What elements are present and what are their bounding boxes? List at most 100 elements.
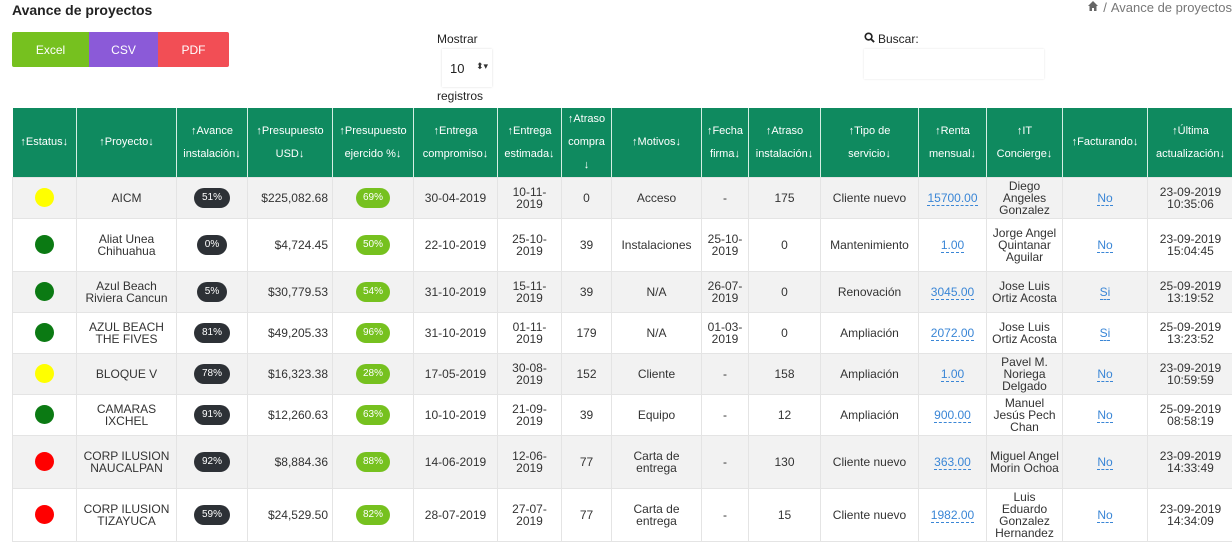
estimated-date-cell: 21-09-2019: [497, 394, 562, 436]
column-header[interactable]: ↑Entrega estimada↓: [497, 108, 562, 178]
monthly-rent-link[interactable]: 1982.00: [930, 508, 975, 523]
column-header-label: instalación↓: [183, 147, 241, 160]
commitment-date-cell: 17-05-2019: [413, 353, 498, 395]
install-delay-cell: 158: [748, 353, 821, 395]
install-delay-cell: 0: [748, 312, 821, 354]
billing-link[interactable]: No: [1097, 508, 1113, 523]
service-type-cell: Cliente nuevo: [820, 435, 919, 489]
progress-cell: 0%: [176, 218, 248, 272]
service-type-cell: Cliente nuevo: [820, 177, 919, 219]
monthly-rent-cell: 363.00: [918, 435, 987, 489]
project-name-cell: AICM: [76, 177, 177, 219]
signature-date-cell: 26-07-2019: [701, 271, 749, 313]
commitment-date-cell: 30-04-2019: [413, 177, 498, 219]
it-concierge-cell: Jorge Angel Quintanar Aguilar: [986, 218, 1063, 272]
billing-link[interactable]: No: [1097, 191, 1113, 206]
column-header[interactable]: ↑Avance instalación↓: [176, 108, 248, 178]
column-header[interactable]: ↑Facturando↓: [1062, 108, 1148, 178]
budget-used-cell: 96%: [332, 312, 414, 354]
billing-link[interactable]: No: [1097, 367, 1113, 382]
column-header-label: ↑Estatus↓: [20, 136, 69, 148]
column-header[interactable]: ↑Atraso instalación↓: [748, 108, 821, 178]
purchase-delay-cell: 77: [561, 435, 612, 489]
search-icon: [864, 32, 875, 46]
budget-used-badge: 82%: [355, 505, 390, 525]
column-header-label: compromiso↓: [422, 147, 489, 160]
column-header-label: firma↓: [710, 147, 740, 160]
column-header[interactable]: ↑Entrega compromiso↓: [413, 108, 498, 178]
reason-cell: N/A: [611, 271, 702, 313]
column-header-label: ↑IT: [1016, 124, 1033, 137]
estimated-date-cell: 10-11-2019: [497, 177, 562, 219]
billing-cell: No: [1062, 488, 1148, 542]
billing-link[interactable]: No: [1097, 238, 1113, 253]
table-row[interactable]: BLOQUE V 78% $16,323.38 28% 17-05-2019 30-08-…: [12, 353, 1232, 395]
monthly-rent-link[interactable]: 2072.00: [930, 326, 975, 341]
length-select[interactable]: 10 ⬍▾: [442, 49, 492, 87]
monthly-rent-link[interactable]: 363.00: [934, 455, 971, 470]
monthly-rent-link[interactable]: 15700.00: [927, 191, 978, 206]
csv-button[interactable]: CSV: [89, 32, 158, 67]
status-indicator-icon: [35, 504, 54, 524]
column-header[interactable]: ↑Renta mensual↓: [918, 108, 987, 178]
project-name-cell: BLOQUE V: [76, 353, 177, 395]
status-indicator-icon: [35, 363, 54, 383]
billing-link[interactable]: No: [1097, 455, 1113, 470]
monthly-rent-link[interactable]: 1.00: [940, 238, 965, 253]
billing-link[interactable]: Si: [1099, 285, 1111, 300]
table-row[interactable]: CORP ILUSION TIZAYUCA 59% $24,529.50 82% 28-…: [12, 488, 1232, 542]
column-header[interactable]: ↑IT Concierge↓: [986, 108, 1063, 178]
column-header[interactable]: ↑Última actualización↓: [1147, 108, 1232, 178]
billing-link[interactable]: Si: [1099, 326, 1111, 341]
column-header[interactable]: ↑Atraso compra ↓: [561, 108, 612, 178]
table-row[interactable]: AZUL BEACH THE FIVES 81% $49,205.33 96% 31-1…: [12, 312, 1232, 354]
pdf-button[interactable]: PDF: [158, 32, 229, 67]
install-delay-cell: 0: [748, 218, 821, 272]
home-icon[interactable]: [1087, 0, 1099, 15]
column-header[interactable]: ↑Presupuesto USD↓: [247, 108, 333, 178]
search-label: Buscar:: [864, 32, 1044, 46]
table-row[interactable]: CORP ILUSION NAUCALPAN 92% $8,884.36 88% 14-…: [12, 435, 1232, 489]
budget-cell: $8,884.36: [247, 435, 333, 489]
column-header-label: ↑Atraso: [765, 124, 804, 137]
budget-used-cell: 50%: [332, 218, 414, 272]
status-indicator-icon: [35, 234, 54, 254]
table-row[interactable]: CAMARAS IXCHEL 91% $12,260.63 63% 10-10-2019…: [12, 394, 1232, 436]
table-row[interactable]: Aliat Unea Chihuahua 0% $4,724.45 50% 22-10-…: [12, 218, 1232, 272]
monthly-rent-link[interactable]: 900.00: [934, 408, 971, 423]
progress-badge: 5%: [196, 282, 228, 302]
signature-date-cell: 01-03-2019: [701, 312, 749, 354]
breadcrumb: / Avance de proyectos: [1087, 0, 1232, 15]
column-header-label: instalación↓: [755, 147, 814, 160]
column-header-label: actualización↓: [1155, 147, 1226, 160]
column-header[interactable]: ↑Proyecto↓: [76, 108, 177, 178]
column-header-label: ↑Última: [1172, 124, 1209, 137]
column-header[interactable]: ↑Presupuesto ejercido %↓: [332, 108, 414, 178]
last-update-cell: 23-09-2019 14:33:49: [1147, 435, 1232, 489]
service-type-cell: Ampliación: [820, 394, 919, 436]
table-row[interactable]: Azul Beach Riviera Cancun 5% $30,779.53 54%…: [12, 271, 1232, 313]
select-arrows-icon: ⬍▾: [475, 61, 488, 71]
progress-cell: 91%: [176, 394, 248, 436]
column-header[interactable]: ↑Estatus↓: [12, 108, 77, 178]
it-concierge-cell: Jose Luis Ortiz Acosta: [986, 312, 1063, 354]
install-delay-cell: 15: [748, 488, 821, 542]
service-type-cell: Cliente nuevo: [820, 488, 919, 542]
monthly-rent-link[interactable]: 1.00: [940, 367, 965, 382]
project-name-cell: Azul Beach Riviera Cancun: [76, 271, 177, 313]
purchase-delay-cell: 0: [561, 177, 612, 219]
progress-badge: 91%: [193, 405, 230, 425]
table-row[interactable]: AICM 51% $225,082.68 69% 30-04-2019 10-11-201…: [12, 177, 1232, 219]
billing-link[interactable]: No: [1097, 408, 1113, 423]
excel-button[interactable]: Excel: [12, 32, 89, 67]
it-concierge-cell: Miguel Angel Morin Ochoa: [986, 435, 1063, 489]
search-input[interactable]: [864, 49, 1044, 79]
column-header[interactable]: ↑Tipo de servicio↓: [820, 108, 919, 178]
column-header[interactable]: ↑Motivos↓: [611, 108, 702, 178]
project-name-cell: CORP ILUSION TIZAYUCA: [76, 488, 177, 542]
table-container[interactable]: ↑Estatus↓ ↑Proyecto↓ ↑Avance instalación↓ ↑P…: [12, 108, 1232, 542]
reason-cell: Instalaciones: [611, 218, 702, 272]
column-header[interactable]: ↑Fecha firma↓: [701, 108, 749, 178]
monthly-rent-link[interactable]: 3045.00: [930, 285, 975, 300]
progress-badge: 51%: [193, 188, 230, 208]
